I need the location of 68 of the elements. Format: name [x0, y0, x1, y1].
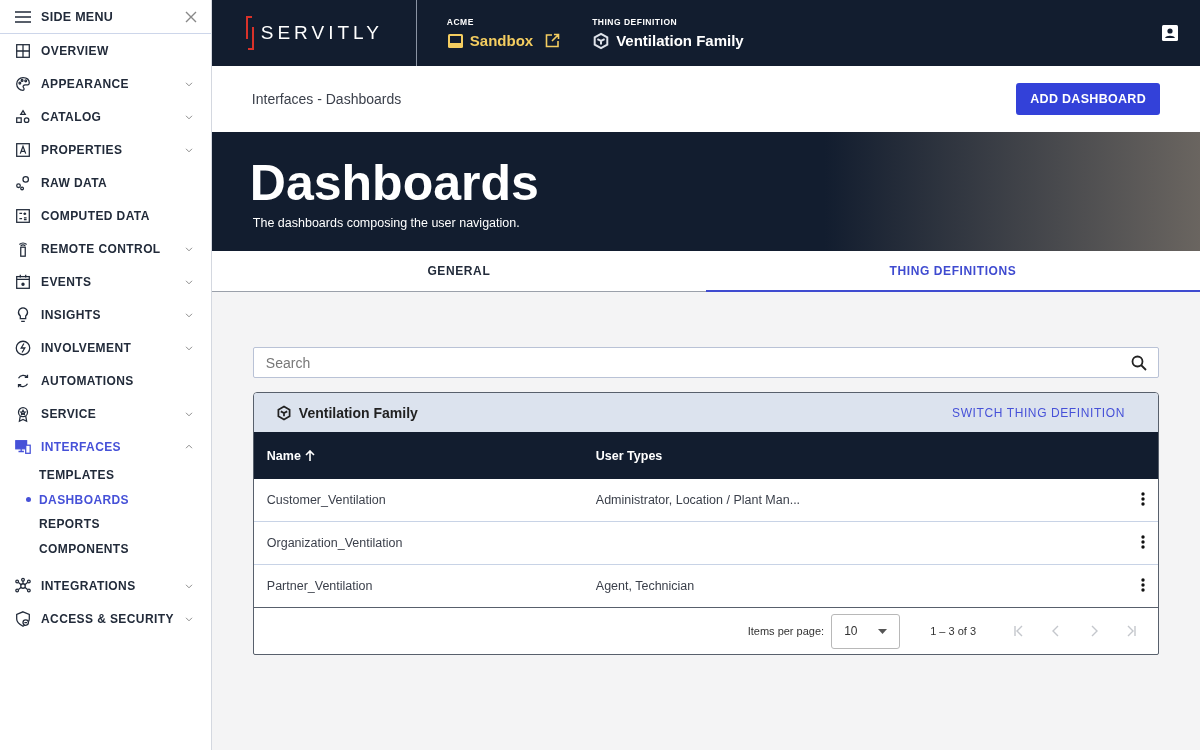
side-menu-item[interactable]: INTERFACES [0, 430, 211, 463]
bracket-icon [244, 16, 255, 50]
card-title: Ventilation Family [298, 404, 419, 421]
side-menu-item[interactable]: REMOTE CONTROL [0, 232, 211, 265]
side-menu-subitem[interactable]: COMPONENTS [0, 536, 211, 561]
table-cell: Customer_Ventilation [266, 493, 386, 507]
side-menu-item[interactable]: EVENTS [0, 265, 211, 298]
tenant-name[interactable]: Sandbox [469, 32, 534, 49]
bubbles-icon [14, 173, 32, 192]
side-menu-item[interactable]: APPEARANCE [0, 67, 211, 100]
more-options-icon[interactable] [1141, 491, 1145, 506]
more-options-icon[interactable] [1141, 577, 1145, 592]
close-icon[interactable] [184, 10, 197, 23]
grid-icon [14, 41, 32, 60]
tenant-label: ACME [446, 17, 475, 27]
table-cell: Agent, Technician [595, 579, 695, 593]
side-menu-title: SIDE MENU [41, 9, 115, 24]
side-menu-item[interactable]: RAW DATA [0, 166, 211, 199]
add-dashboard-button[interactable]: ADD DASHBOARD [1016, 83, 1160, 115]
tab[interactable]: THING DEFINITIONS [705, 251, 1200, 292]
page-size-select[interactable]: 10 [831, 613, 901, 649]
items-per-page-label: Items per page: [747, 625, 825, 637]
side-menu-item[interactable]: CATALOG [0, 100, 211, 133]
tray-icon [446, 32, 464, 49]
thing-definition-name: Ventilation Family [616, 32, 744, 49]
palette-icon [14, 74, 32, 93]
breadcrumb: Interfaces - Dashboards [251, 91, 402, 107]
shapes-icon [14, 107, 32, 126]
side-menu-subitem[interactable]: TEMPLATES [0, 463, 211, 488]
sort-up-icon [304, 450, 315, 461]
search-field[interactable]: Search [252, 347, 1159, 378]
more-options-icon[interactable] [1141, 534, 1145, 549]
side-menu-item[interactable]: INSIGHTS [0, 298, 211, 331]
thing-definition-label: THING DEFINITION [592, 16, 679, 27]
side-menu-item[interactable]: SERVICE [0, 397, 211, 430]
cube-icon [592, 31, 611, 50]
side-menu-item[interactable]: INTEGRATIONS [0, 569, 211, 602]
letter-icon [14, 140, 32, 159]
dropdown-arrow-icon [878, 628, 888, 634]
monitor-icon [14, 437, 32, 456]
menu-icon[interactable] [14, 9, 32, 24]
calculator-icon [14, 206, 32, 225]
column-header[interactable]: User Types [582, 432, 1112, 479]
side-menu-item[interactable]: PROPERTIES [0, 133, 211, 166]
page-title: Dashboards [249, 157, 540, 210]
search-icon[interactable] [1131, 355, 1147, 371]
side-menu-item[interactable]: AUTOMATIONS [0, 364, 211, 397]
side-menu-subitem[interactable]: REPORTS [0, 512, 211, 537]
external-link-icon[interactable] [545, 33, 561, 48]
side-menu-item[interactable]: COMPUTED DATA [0, 199, 211, 232]
column-header[interactable]: Name [253, 432, 583, 479]
page-range: 1 – 3 of 3 [930, 625, 976, 637]
cube-icon [275, 404, 292, 421]
network-icon [14, 576, 32, 595]
side-menu-item[interactable]: ACCESS & SECURITY [0, 602, 211, 635]
page-subtitle: The dashboards composing the user navigation. [252, 215, 521, 230]
side-menu-item[interactable]: INVOLVEMENT [0, 331, 211, 364]
shield-icon [14, 609, 32, 628]
table-cell: Organization_Ventilation [266, 536, 403, 550]
calendar-icon [14, 272, 32, 291]
side-menu-subitem[interactable]: DASHBOARDS [0, 487, 211, 512]
table-cell: Partner_Ventilation [266, 579, 373, 593]
user-icon[interactable] [1162, 25, 1178, 41]
switch-thing-definition-link[interactable]: SWITCH THING DEFINITION [952, 405, 1125, 420]
side-menu-item[interactable]: OVERVIEW [0, 34, 211, 67]
tab[interactable]: GENERAL [211, 251, 706, 292]
lightning-icon [14, 338, 32, 357]
table-cell: Administrator, Location / Plant Man... [595, 493, 801, 507]
